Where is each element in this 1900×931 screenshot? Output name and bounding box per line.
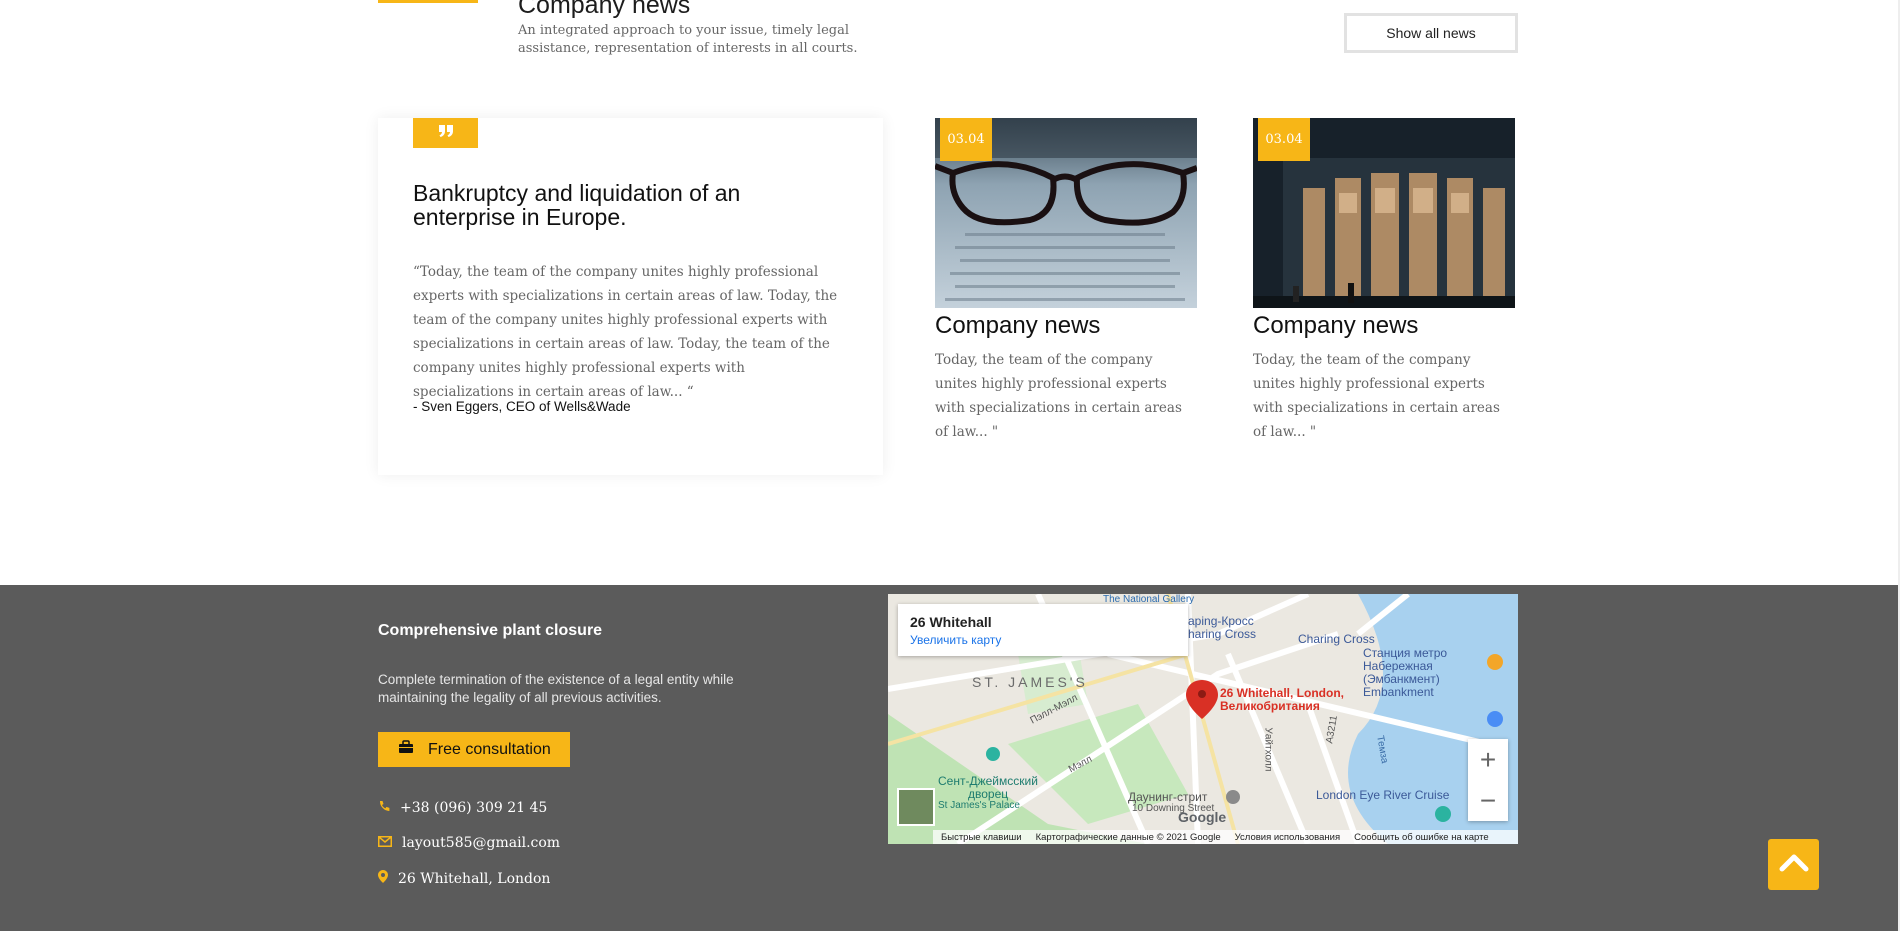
map-data-credit: Картографические данные © 2021 Google — [1035, 831, 1221, 843]
google-logo: Google — [1178, 809, 1227, 825]
map-label-station-2: Набережная — [1363, 659, 1433, 673]
map-label-charing-cross-ru: арing-Кросс — [1188, 614, 1254, 628]
map-info-window: 26 Whitehall Увеличить карту — [898, 604, 1188, 656]
news-image-building[interactable]: 03.04 — [1253, 118, 1515, 308]
envelope-icon — [378, 835, 392, 851]
map-label-charing-cross: Charing Cross — [1298, 632, 1375, 646]
section-subtitle: An integrated approach to your issue, ti… — [518, 23, 858, 56]
free-consultation-button[interactable]: Free consultation — [378, 732, 570, 767]
news-date-badge: 03.04 — [1258, 118, 1310, 161]
contact-address: 26 Whitehall, London — [378, 870, 550, 887]
news-card[interactable]: 03.04 Company news Today, the team of th… — [1253, 118, 1515, 444]
map-pin-label: 26 Whitehall, London, — [1220, 686, 1344, 700]
zoom-in-button[interactable]: + — [1468, 739, 1508, 780]
map-label-downing: Даунинг-стрит — [1128, 790, 1208, 804]
contact-phone[interactable]: +38 (096) 309 21 45 — [378, 800, 547, 816]
quote-author: - Sven Eggers, CEO of Wells&Wade — [413, 399, 631, 414]
contact-email[interactable]: layout585@gmail.com — [378, 835, 560, 851]
news-card[interactable]: 03.04 Company news Today, the team of th… — [935, 118, 1197, 444]
map-label-palace-3: St James's Palace — [938, 800, 1020, 811]
briefcase-icon — [398, 740, 414, 759]
news-date-badge: 03.04 — [940, 118, 992, 161]
map-label-station-4: Embankment — [1363, 685, 1434, 699]
news-excerpt: Today, the team of the company unites hi… — [1253, 352, 1500, 440]
map-zoom-controls: + − — [1468, 739, 1508, 821]
street-address: 26 Whitehall, London — [398, 870, 551, 887]
scroll-to-top-button[interactable] — [1768, 839, 1819, 890]
quote-badge — [413, 118, 478, 148]
map-keyboard-shortcuts[interactable]: Быстрые клавиши — [941, 832, 1022, 843]
news-image-glasses[interactable]: 03.04 — [935, 118, 1197, 308]
section-title: Company news — [518, 0, 691, 19]
email-address[interactable]: layout585@gmail.com — [402, 835, 560, 851]
footer-heading: Comprehensive plant closure — [378, 622, 603, 639]
footer-description: Complete termination of the existence of… — [378, 672, 734, 705]
phone-icon — [378, 800, 390, 816]
map-label-palace: Сент-Джеймсский — [938, 774, 1038, 788]
map-pin-label-2: Великобритания — [1220, 699, 1320, 713]
map-label-london-eye: London Eye River Cruise — [1316, 788, 1450, 802]
quote-card: Bankruptcy and liquidation of an enterpr… — [378, 118, 883, 475]
map-terms-link[interactable]: Условия использования — [1235, 832, 1340, 843]
map-label-station: Станция метро — [1363, 646, 1448, 660]
quote-icon — [438, 124, 454, 143]
news-excerpt: Today, the team of the company unites hi… — [935, 352, 1182, 440]
zoom-out-button[interactable]: − — [1468, 780, 1508, 821]
map-pin-icon — [378, 870, 388, 887]
phone-number[interactable]: +38 (096) 309 21 45 — [400, 800, 547, 816]
enlarge-map-link[interactable]: Увеличить карту — [910, 633, 1176, 647]
quote-title: Bankruptcy and liquidation of an enterpr… — [413, 180, 741, 230]
map-report-error-link[interactable]: Сообщить об ошибке на карте — [1354, 832, 1489, 843]
section-accent-bar — [378, 0, 478, 3]
footer: Comprehensive plant closure Complete ter… — [0, 585, 1900, 931]
google-map[interactable]: The National Gallery арing-Кросс haring … — [888, 594, 1518, 844]
show-all-news-button[interactable]: Show all news — [1344, 13, 1518, 53]
map-footer: Быстрые клавиши Картографические данные … — [933, 830, 1518, 844]
chevron-up-icon — [1779, 852, 1809, 877]
map-label-charing-cross-ru-2: haring Cross — [1188, 627, 1257, 641]
map-label-st-james: ST. JAMES'S — [972, 674, 1088, 690]
news-title[interactable]: Company news — [1253, 312, 1515, 340]
map-label-palace-2: дворец — [968, 787, 1009, 801]
news-title[interactable]: Company news — [935, 312, 1197, 340]
page: Company news An integrated approach to y… — [0, 0, 1900, 931]
map-label-whitehall-street: Уайтхолл — [1262, 727, 1274, 772]
map-info-title: 26 Whitehall — [910, 614, 992, 630]
quote-text: “Today, the team of the company unites h… — [413, 264, 838, 400]
map-label-station-3: (Эмбанкмент) — [1363, 672, 1440, 686]
free-consultation-label: Free consultation — [428, 740, 551, 758]
